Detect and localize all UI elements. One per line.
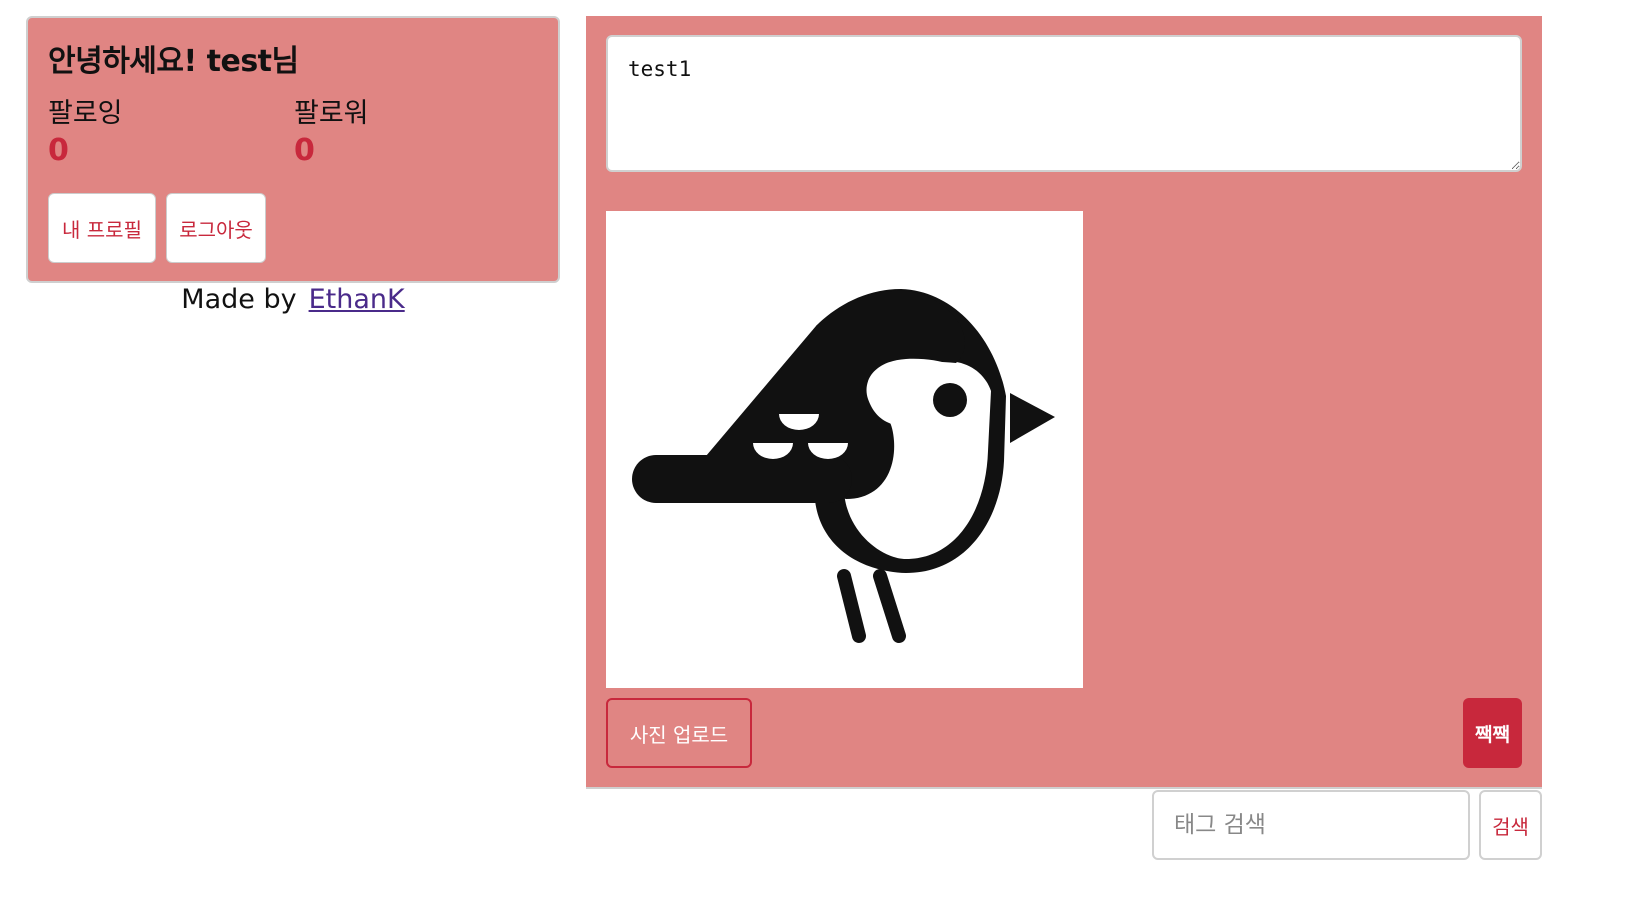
bird-icon <box>632 289 1055 643</box>
image-preview <box>606 211 1083 688</box>
search-button[interactable]: 검색 <box>1479 790 1542 860</box>
my-profile-button[interactable]: 내 프로필 <box>48 193 156 263</box>
tweet-textarea[interactable]: test1 <box>606 35 1522 172</box>
follower-stat: 팔로워 0 <box>294 96 369 170</box>
follower-count: 0 <box>294 133 315 168</box>
tweet-submit-button[interactable]: 짹짹 <box>1463 698 1522 768</box>
following-stat: 팔로잉 0 <box>48 96 123 170</box>
author-link[interactable]: EthanK <box>309 284 405 315</box>
tweet-form: test1 사진 업로드 짹짹 <box>586 16 1542 789</box>
greeting-title: 안녕하세요! test님 <box>48 44 299 79</box>
follower-label: 팔로워 <box>294 98 369 129</box>
page: 안녕하세요! test님 팔로잉 0 팔로워 0 내 프로필 로그아웃 Made… <box>0 0 1642 918</box>
following-label: 팔로잉 <box>48 98 123 129</box>
made-by-credit: Made by EthanK <box>26 282 560 318</box>
profile-buttons: 내 프로필 로그아웃 <box>48 193 266 263</box>
made-by-label: Made by <box>181 284 297 315</box>
profile-card: 안녕하세요! test님 팔로잉 0 팔로워 0 내 프로필 로그아웃 <box>26 16 560 283</box>
following-count: 0 <box>48 133 69 168</box>
tag-search-input[interactable] <box>1152 790 1470 860</box>
logout-button[interactable]: 로그아웃 <box>166 193 266 263</box>
profile-stats: 팔로잉 0 팔로워 0 <box>48 96 542 176</box>
photo-upload-button[interactable]: 사진 업로드 <box>606 698 752 768</box>
